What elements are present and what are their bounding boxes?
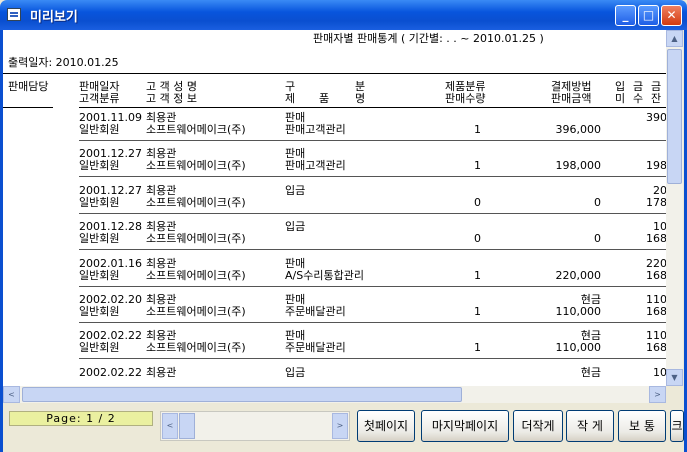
row-qty: 1: [474, 123, 481, 136]
row-amount: 0: [594, 196, 601, 209]
row-qty: 1: [474, 341, 481, 354]
row-divider: [79, 322, 666, 323]
scroll-right-icon[interactable]: >: [649, 386, 666, 403]
col-customer-info: 고 객 정 보: [146, 92, 197, 105]
page-indicator: Page: 1 / 2: [9, 411, 153, 426]
minimize-button[interactable]: _: [615, 5, 636, 26]
app-icon: [7, 8, 21, 21]
row-customer-class: 일반회원: [79, 269, 120, 282]
row-type: 입금: [285, 184, 306, 197]
row-date: 2002.02.22: [79, 366, 142, 379]
report-title: 판매자별 판매통계 ( 기간별: . . ~ 2010.01.25 ): [313, 32, 544, 45]
row-type: 입금: [285, 220, 306, 233]
row-customer-class: 일반회원: [79, 159, 120, 172]
zoom-small-button[interactable]: 작 게: [566, 410, 614, 442]
row-company: 소프트웨어메이크(주): [146, 269, 246, 282]
row-divider: [79, 176, 666, 177]
col-extra-2: 잔: [651, 92, 662, 105]
title-bar: 미리보기 _ □ ✕: [0, 0, 687, 30]
row-qty: 0: [474, 196, 481, 209]
col-product-a: 제: [285, 92, 296, 105]
row-divider: [79, 286, 666, 287]
maximize-button[interactable]: □: [638, 5, 659, 26]
row-product: 판매고객관리: [285, 159, 346, 172]
scroll-up-icon[interactable]: ▲: [666, 30, 683, 47]
page-scroll-thumb[interactable]: [179, 413, 195, 439]
preview-toolbar: Page: 1 / 2 < > 첫페이지 마지막페이지 더작게 작 게 보 통 …: [3, 403, 684, 452]
row-balance-b: 168: [646, 305, 666, 318]
row-divider: [79, 249, 666, 250]
row-customer-class: 일반회원: [79, 123, 120, 136]
col-sale-amount: 판매금액: [551, 92, 592, 105]
close-button[interactable]: ✕: [661, 5, 682, 26]
row-divider: [79, 213, 666, 214]
header-bottom-line: [79, 107, 666, 108]
row-amount: 0: [594, 232, 601, 245]
window-title: 미리보기: [30, 10, 78, 25]
row-customer-class: 일반회원: [79, 232, 120, 245]
col-product-c: 명: [355, 92, 366, 105]
zoom-out-more-button[interactable]: 더작게: [513, 410, 563, 442]
row-customer-class: 일반회원: [79, 341, 120, 354]
report-preview: 판매자별 판매통계 ( 기간별: . . ~ 2010.01.25 ) 출력일자…: [3, 30, 666, 386]
row-divider: [79, 358, 666, 359]
row-balance-b: 198: [646, 159, 666, 172]
scroll-corner: [666, 386, 683, 403]
page-scrollbar[interactable]: < >: [160, 411, 350, 441]
page-next-icon[interactable]: >: [332, 413, 348, 439]
page-prev-icon[interactable]: <: [162, 413, 178, 439]
row-amount: 396,000: [555, 123, 602, 136]
row-amount: 220,000: [555, 269, 602, 282]
row-customer-name: 최용관: [146, 366, 177, 379]
row-balance-b: 168: [646, 232, 666, 245]
row-amount: 110,000: [555, 341, 602, 354]
row-qty: 1: [474, 305, 481, 318]
header-top-line: [3, 73, 666, 74]
print-date: 출력일자: 2010.01.25: [8, 56, 119, 69]
row-amount: 110,000: [555, 305, 602, 318]
row-product: 주문배달관리: [285, 341, 346, 354]
col-customer-class: 고객분류: [79, 92, 120, 105]
seller-underline: [3, 107, 53, 108]
row-customer-class: 일반회원: [79, 196, 120, 209]
row-company: 소프트웨어메이크(주): [146, 159, 246, 172]
vertical-scrollbar[interactable]: ▲ ▼: [666, 30, 683, 386]
last-page-button[interactable]: 마지막페이지: [421, 410, 509, 442]
row-divider: [79, 140, 666, 141]
row-balance-a: 390: [646, 111, 666, 124]
col-unpaid-2: 수: [633, 92, 644, 105]
col-product-b: 품: [319, 92, 330, 105]
col-sale-qty: 판매수량: [445, 92, 486, 105]
row-balance-b: 178: [646, 196, 666, 209]
col-unpaid: 미: [615, 92, 626, 105]
row-company: 소프트웨어메이크(주): [146, 196, 246, 209]
row-company: 소프트웨어메이크(주): [146, 123, 246, 136]
scroll-left-icon[interactable]: <: [3, 386, 20, 403]
row-qty: 1: [474, 269, 481, 282]
zoom-normal-button[interactable]: 보 통: [618, 410, 666, 442]
row-qty: 1: [474, 159, 481, 172]
row-company: 소프트웨어메이크(주): [146, 305, 246, 318]
page-indicator-label: Page: 1 / 2: [46, 412, 116, 425]
row-company: 소프트웨어메이크(주): [146, 232, 246, 245]
first-page-button[interactable]: 첫페이지: [357, 410, 415, 442]
row-type: 입금: [285, 366, 306, 379]
row-product: 판매고객관리: [285, 123, 346, 136]
row-qty: 0: [474, 232, 481, 245]
row-balance-b: 168: [646, 269, 666, 282]
col-seller: 판매담당: [8, 80, 49, 93]
row-product: 주문배달관리: [285, 305, 346, 318]
horizontal-scroll-thumb[interactable]: [22, 387, 462, 402]
row-payment-method: 현금: [580, 366, 601, 379]
row-product: A/S수리통합관리: [285, 269, 364, 282]
scroll-down-icon[interactable]: ▼: [666, 369, 683, 386]
row-balance-b: 168: [646, 341, 666, 354]
zoom-large-button[interactable]: 크: [670, 410, 684, 442]
vertical-scroll-thumb[interactable]: [667, 49, 682, 184]
row-customer-class: 일반회원: [79, 305, 120, 318]
row-balance-a: 10: [653, 366, 666, 379]
horizontal-scrollbar[interactable]: < >: [3, 386, 666, 403]
row-amount: 198,000: [555, 159, 602, 172]
row-company: 소프트웨어메이크(주): [146, 341, 246, 354]
